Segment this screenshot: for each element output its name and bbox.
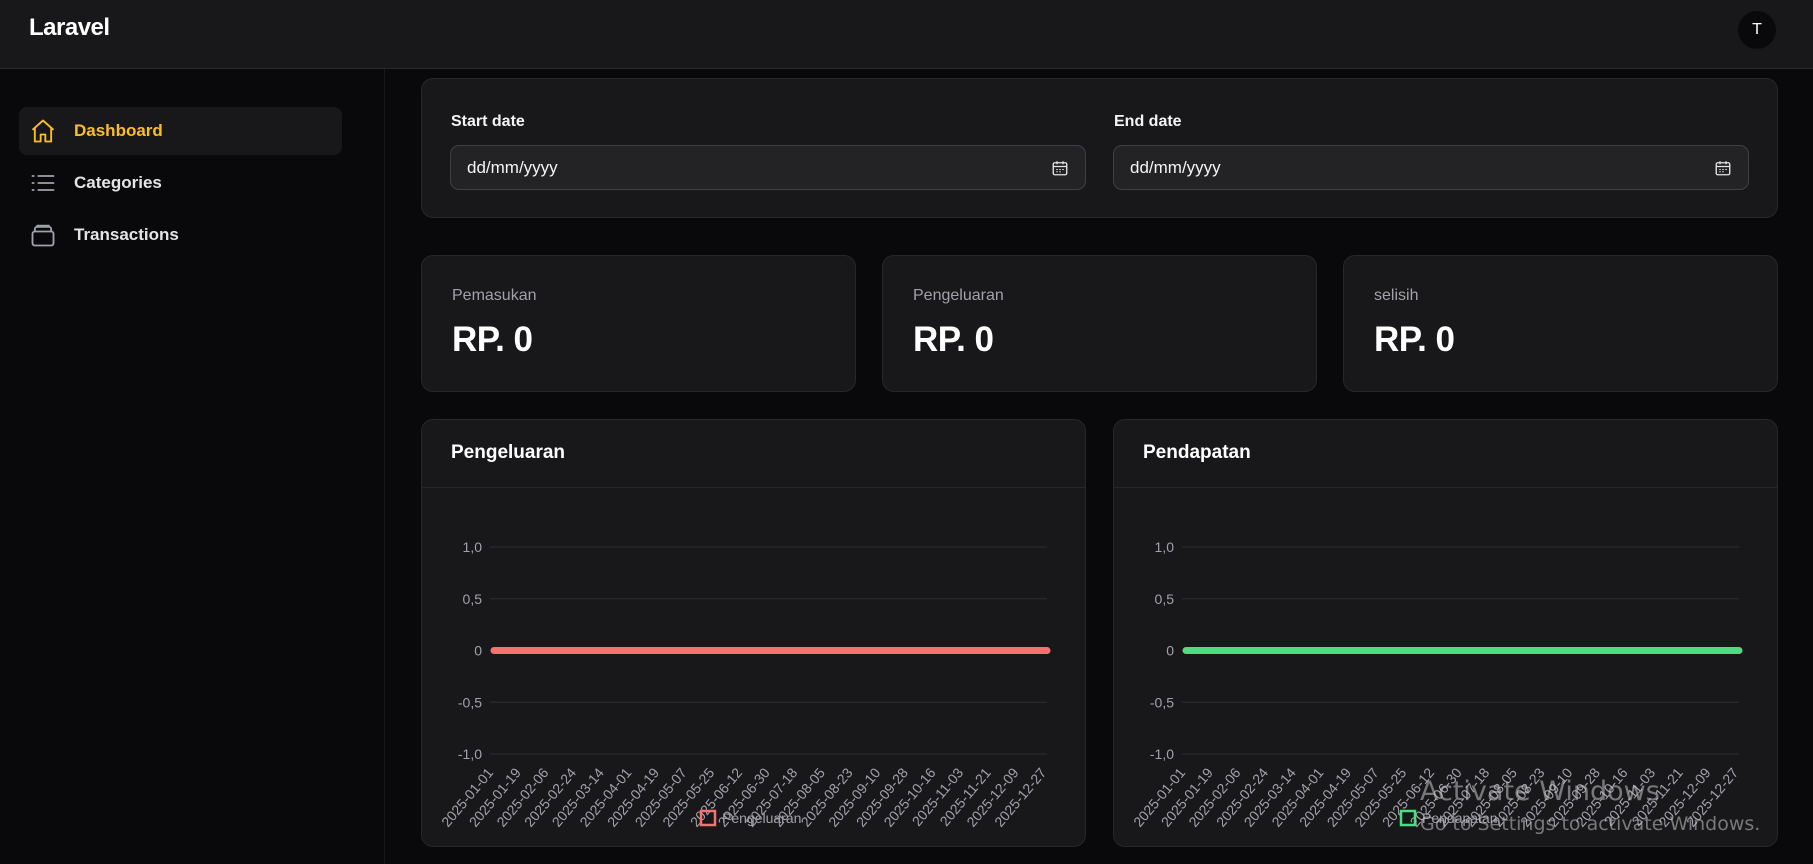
start-date-placeholder: dd/mm/yyyy	[467, 157, 558, 177]
sidebar-item-categories[interactable]: Categories	[19, 159, 342, 207]
calendar-icon[interactable]	[1714, 159, 1732, 177]
expense-line-chart: 1,00,50-0,5-1,02025-01-012025-01-192025-…	[438, 539, 1051, 830]
stat-card-expense: Pengeluaran RP. 0	[882, 255, 1317, 392]
list-icon	[29, 169, 57, 197]
stat-label: Pemasukan	[452, 287, 537, 304]
sidebar: Dashboard Categories Transactions	[0, 69, 385, 864]
stat-card-difference: selisih RP. 0	[1343, 255, 1778, 392]
stat-value: RP. 0	[452, 320, 533, 359]
end-date-label: End date	[1114, 113, 1182, 130]
stat-value: RP. 0	[1374, 320, 1455, 359]
y-tick-label: 1,0	[1155, 539, 1175, 555]
y-tick-label: 0,5	[1155, 591, 1175, 607]
y-tick-label: -1,0	[458, 746, 482, 762]
y-tick-label: 0,5	[463, 591, 483, 607]
stat-label: Pengeluaran	[913, 287, 1004, 304]
sidebar-item-label: Transactions	[74, 225, 179, 244]
end-date-input[interactable]: dd/mm/yyyy	[1113, 145, 1749, 190]
expense-chart-card: Pengeluaran 1,0 0,5 0 -0,5 -1,0 2025-01-01 202…	[421, 419, 1086, 847]
user-avatar[interactable]: T	[1738, 11, 1776, 49]
stat-value: RP. 0	[913, 320, 994, 359]
chart-title: Pengeluaran	[451, 442, 566, 463]
end-date-placeholder: dd/mm/yyyy	[1130, 157, 1221, 177]
sidebar-item-label: Dashboard	[74, 121, 163, 140]
calendar-icon[interactable]	[1051, 159, 1069, 177]
watermark-title: Activate Windows	[1420, 776, 1660, 807]
date-filter-card: Start date dd/mm/yyyy End date dd/mm/yyy…	[421, 78, 1778, 218]
y-tick-label: -0,5	[1150, 694, 1174, 710]
top-bar: Laravel T	[0, 0, 1813, 69]
chart-title: Pendapatan	[1143, 442, 1251, 463]
stat-card-income: Pemasukan RP. 0	[421, 255, 856, 392]
y-tick-label: 1,0	[463, 539, 483, 555]
y-tick-label: 0	[474, 643, 482, 659]
start-date-input[interactable]: dd/mm/yyyy	[450, 145, 1086, 190]
y-tick-label: 0	[1166, 643, 1174, 659]
y-tick-label: -1,0	[1150, 746, 1174, 762]
legend-label[interactable]: Pengeluaran	[722, 810, 801, 826]
start-date-label: Start date	[451, 113, 525, 130]
sidebar-item-transactions[interactable]: Transactions	[19, 211, 342, 259]
activation-watermark: Activate Windows Go to Settings to activ…	[1420, 776, 1760, 835]
stat-label: selisih	[1374, 287, 1419, 304]
home-icon	[29, 117, 57, 145]
sidebar-item-label: Categories	[74, 173, 162, 192]
brand-logo[interactable]: Laravel	[29, 14, 110, 42]
sidebar-item-dashboard[interactable]: Dashboard	[19, 107, 342, 155]
watermark-subtitle: Go to Settings to activate Windows.	[1420, 813, 1761, 835]
wallet-icon	[29, 221, 57, 249]
y-tick-label: -0,5	[458, 694, 482, 710]
